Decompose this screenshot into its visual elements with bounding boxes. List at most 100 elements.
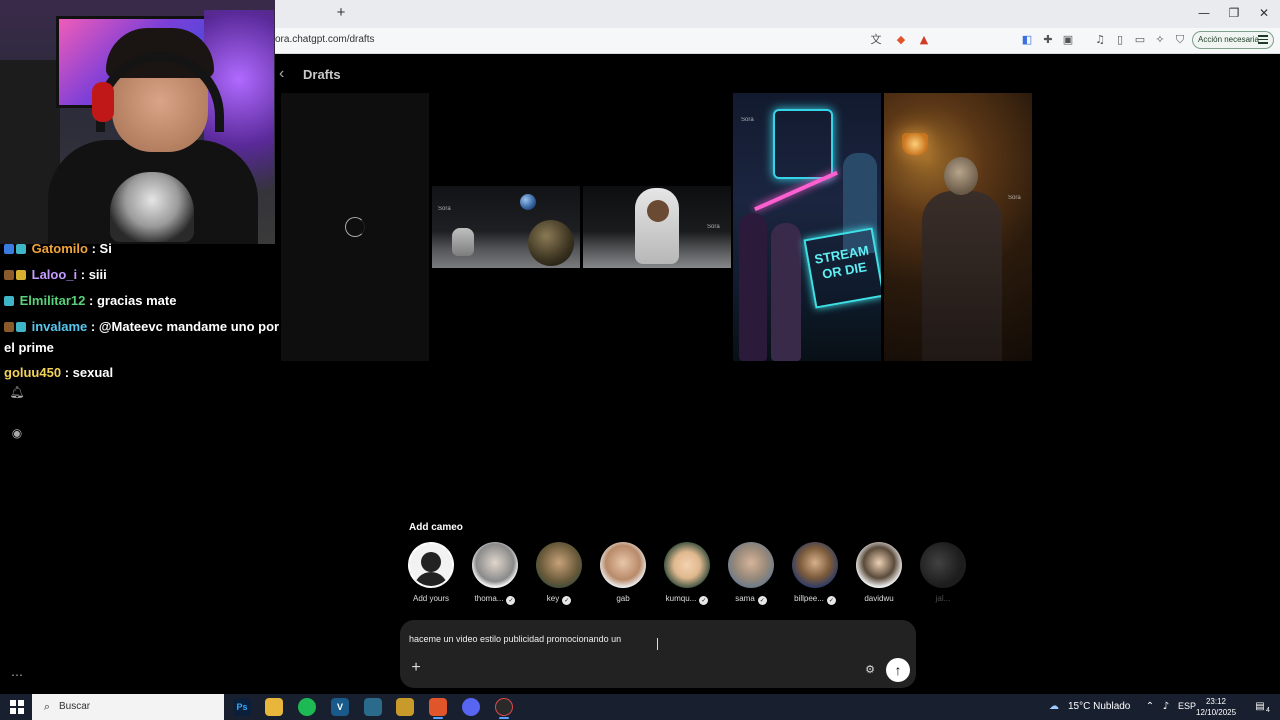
new-tab-button[interactable]: + [334, 5, 348, 21]
search-icon: ⌕ [43, 700, 51, 713]
cameo-kumqu[interactable]: kumqu... ✓ [662, 542, 710, 606]
cameo-sama[interactable]: sama ✓ [726, 542, 774, 606]
volume-icon[interactable]: ♪ [1160, 701, 1172, 713]
badge-icon [4, 296, 14, 306]
avatar [792, 542, 838, 588]
screenshot-icon[interactable]: ▣ [1061, 33, 1075, 47]
cameo-name: Add yours [412, 594, 450, 603]
chat-username: Laloo_i [31, 267, 78, 282]
draft-tile-old-woman[interactable]: Sora [884, 93, 1032, 361]
chat-message-continuation: el prime [4, 340, 54, 355]
windows-start-icon[interactable] [10, 700, 24, 714]
sora-watermark: Sora [741, 117, 754, 123]
avatar [536, 542, 582, 588]
notification-icon[interactable]: ▤ [1254, 701, 1266, 713]
search-label: Buscar [59, 701, 91, 712]
taskbar-search[interactable]: ⌕ Buscar [32, 694, 224, 720]
clock-time: 23:12 [1205, 697, 1227, 706]
brave-browser-icon[interactable] [429, 698, 447, 716]
extensions-icon[interactable]: ✚ [1041, 33, 1055, 47]
prompt-composer[interactable]: haceme un video estilo publicidad promoc… [400, 620, 916, 688]
verified-icon: ✓ [506, 596, 516, 605]
cameo-name: billpee... ✓ [794, 594, 836, 605]
sidebar-icon[interactable]: ▯ [1113, 33, 1127, 47]
chat-text: : @Mateevc mandame uno por [90, 319, 280, 334]
neon-sign-image [773, 109, 833, 179]
sora-watermark: Sora [707, 224, 720, 230]
leo-ai-icon[interactable]: ✧ [1153, 33, 1167, 47]
obs-icon[interactable] [495, 698, 513, 716]
badge-icon [16, 322, 26, 332]
draft-tile-astronaut[interactable]: Sora [583, 186, 731, 268]
more-options-icon[interactable]: ⋯ [9, 667, 25, 683]
cameo-name: kumqu... ✓ [665, 594, 709, 605]
weather-text[interactable]: 15°C Nublado [1068, 701, 1130, 712]
draft-tile-moon-hand[interactable]: Sora [432, 186, 580, 268]
close-window-button[interactable]: ✕ [1256, 5, 1272, 21]
installer-icon[interactable] [364, 698, 382, 716]
wallet-icon[interactable]: ▭ [1133, 33, 1147, 47]
badge-icon [4, 270, 14, 280]
prompt-input[interactable]: haceme un video estilo publicidad promoc… [409, 634, 621, 644]
chevron-up-icon[interactable]: ⌃ [1144, 701, 1156, 713]
action-needed-button[interactable]: Acción necesaria [1192, 31, 1274, 49]
cameo-gab[interactable]: gab [598, 542, 646, 606]
minimize-button[interactable]: — [1196, 5, 1212, 21]
chat-message: Laloo_i : siii [4, 267, 107, 282]
avatar [600, 542, 646, 588]
profile-icon[interactable]: ◉ [9, 425, 25, 441]
woman-head-image [944, 157, 978, 195]
add-yours-avatar [408, 542, 454, 588]
file-explorer-icon[interactable] [265, 698, 283, 716]
avatar [664, 542, 710, 588]
lamp-image [902, 133, 928, 155]
notification-count: 4 [1266, 707, 1270, 714]
brave-rewards-icon[interactable]: ▲ [917, 33, 931, 47]
send-button[interactable]: ↑ [886, 658, 910, 682]
maximize-button[interactable]: ❐ [1226, 5, 1242, 21]
app-icon[interactable] [396, 698, 414, 716]
url-text[interactable]: ora.chatgpt.com/drafts [275, 34, 375, 45]
earth-image [520, 194, 536, 210]
back-button[interactable]: ‹ [279, 66, 291, 82]
extension-translate-icon[interactable]: ◧ [1020, 33, 1034, 47]
chat-message: invalame : @Mateevc mandame uno por [4, 319, 279, 334]
cameo-name: davidwu [864, 594, 894, 603]
stream-or-die-sign: STREAM OR DIE [803, 227, 881, 309]
discord-icon[interactable] [462, 698, 480, 716]
chat-text: : sexual [64, 365, 114, 380]
cameo-key[interactable]: key ✓ [534, 542, 582, 606]
cameo-billpee[interactable]: billpee... ✓ [790, 542, 838, 606]
add-attachment-button[interactable]: + [408, 660, 424, 676]
draft-tile-loading[interactable] [281, 93, 429, 361]
avatar [728, 542, 774, 588]
brave-shields-icon[interactable]: ◆ [894, 33, 908, 47]
person-figure [771, 223, 801, 361]
weather-icon[interactable]: ☁ [1048, 701, 1060, 713]
settings-sliders-button[interactable]: ⚙ [862, 662, 878, 678]
chat-message: Elmilitar12 : gracias mate [4, 293, 176, 308]
chat-text: : siii [80, 267, 107, 282]
verified-icon: ✓ [757, 596, 767, 605]
notifications-icon[interactable]: 🔔︎ [9, 384, 25, 400]
cameo-add-yours[interactable]: Add yours [406, 542, 454, 606]
translate-icon[interactable]: 文 [869, 33, 883, 47]
draft-tile-neon-street[interactable]: STREAM OR DIE Sora [733, 93, 881, 361]
cameo-davidwu[interactable]: davidwu [854, 542, 902, 606]
badge-icon [4, 244, 14, 254]
cameo-thoma[interactable]: thoma... ✓ [470, 542, 518, 606]
chat-message: Gatomilo : Si [4, 241, 112, 256]
language-indicator[interactable]: ESP [1178, 701, 1196, 711]
vegas-icon[interactable]: V [331, 698, 349, 716]
photoshop-icon[interactable]: Ps [233, 698, 251, 716]
chat-username: Elmilitar12 [19, 293, 86, 308]
headset-earcup-image [92, 82, 114, 122]
clock[interactable]: 23:12 12/10/2025 [1196, 696, 1236, 718]
media-icon[interactable]: ♫ [1093, 33, 1107, 47]
chat-username: goluu450 [4, 365, 62, 380]
spotify-icon[interactable] [298, 698, 316, 716]
text-cursor-icon [657, 638, 661, 650]
cameo-jal[interactable]: jal... [918, 542, 966, 606]
vpn-icon[interactable]: ⛉ [1173, 33, 1187, 47]
avatar [856, 542, 902, 588]
